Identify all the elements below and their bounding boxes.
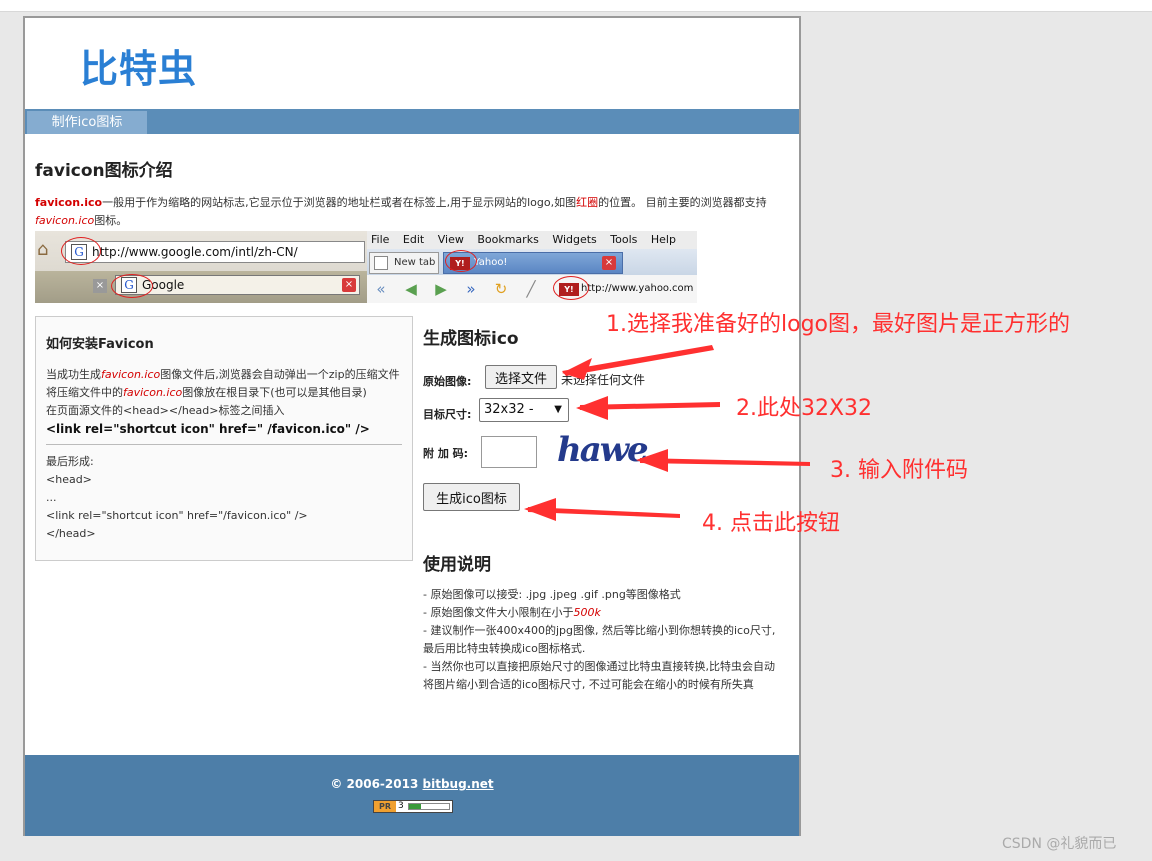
csdn-watermark: CSDN @礼貌而已: [1002, 836, 1117, 852]
annotation-1: 1.选择我准备好的logo图，最好图片是正方形的: [606, 312, 1070, 337]
annotation-arrows: [524, 345, 810, 521]
arrow-2-head: [576, 396, 608, 420]
annotation-3: 3. 输入附件码: [830, 458, 968, 483]
arrow-1-head: [562, 358, 592, 380]
annotation-4: 4. 点击此按钮: [702, 511, 840, 536]
arrow-3-head: [636, 449, 668, 472]
annotation-2: 2.此处32X32: [736, 396, 873, 421]
arrow-4-head: [524, 498, 556, 521]
